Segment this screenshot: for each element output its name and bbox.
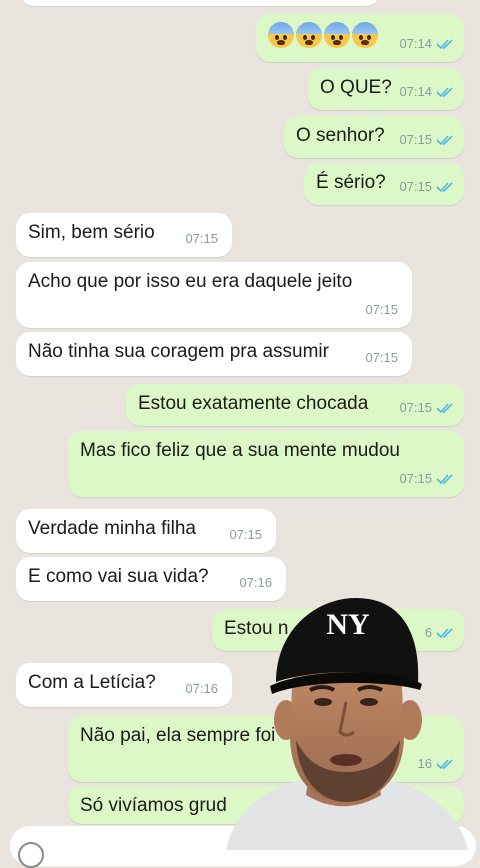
message-meta: 07:15 xyxy=(399,175,454,199)
message-time: 07:15 xyxy=(399,471,432,486)
read-double-check-icon xyxy=(436,38,454,50)
message-text: Mas fico feliz que a sua mente mudou xyxy=(80,440,401,461)
message-text: Sim, bem sério xyxy=(28,222,155,243)
message-text: Não tinha sua coragem pra assumir xyxy=(28,341,329,362)
message-time: 07:15 xyxy=(399,400,432,415)
message-text: Verdade minha filha xyxy=(28,518,196,539)
message-bubble-outgoing[interactable]: O senhor? 07:15 xyxy=(284,116,464,158)
message-time: 07:14 xyxy=(399,36,432,51)
cap-logo: NY xyxy=(326,608,370,641)
message-meta: 07:14 xyxy=(399,80,454,104)
right-eye xyxy=(360,698,378,706)
read-double-check-icon xyxy=(436,402,454,414)
message-bubble-outgoing[interactable]: Mas fico feliz que a sua mente mudou 07:… xyxy=(68,431,464,497)
read-double-check-icon xyxy=(436,473,454,485)
read-double-check-icon xyxy=(436,86,454,98)
message-time: 07:15 xyxy=(365,302,398,317)
message-bubble-incoming[interactable]: Verdade minha filha 07:15 xyxy=(16,509,276,553)
mouth xyxy=(330,754,362,766)
message-meta: 07:15 xyxy=(399,396,454,420)
left-eye xyxy=(314,698,332,706)
previous-message-bubble xyxy=(20,0,380,6)
message-text: Com a Letícia? xyxy=(28,672,156,693)
message-text: Estou exatamente chocada xyxy=(138,393,369,414)
anxious-face-emoji-icon xyxy=(352,22,378,48)
message-text: O senhor? xyxy=(296,125,385,146)
message-time: 07:15 xyxy=(399,132,432,147)
message-bubble-outgoing[interactable]: Estou exatamente chocada 07:15 xyxy=(126,384,464,426)
message-bubble-incoming[interactable]: Sim, bem sério 07:15 xyxy=(16,213,232,257)
anxious-face-emoji-icon xyxy=(268,22,294,48)
message-bubble-incoming[interactable]: Acho que por isso eu era daquele jeito 0… xyxy=(16,262,412,328)
message-meta: 07:15 xyxy=(399,128,454,152)
message-time: 07:15 xyxy=(229,527,262,542)
message-text: O QUE? xyxy=(320,77,392,98)
anxious-face-emoji-icon xyxy=(324,22,350,48)
message-text: Acho que por isso eu era daquele jeito xyxy=(28,271,353,292)
message-bubble-outgoing[interactable]: 07:14 xyxy=(256,14,464,62)
anxious-face-emoji-icon xyxy=(296,22,322,48)
message-time: 07:15 xyxy=(185,231,218,246)
message-text: É sério? xyxy=(316,172,386,193)
message-time: 07:14 xyxy=(399,84,432,99)
emoji-button-icon[interactable] xyxy=(18,842,44,868)
message-text: Só vivíamos grud xyxy=(80,795,227,816)
message-bubble-incoming[interactable]: Não tinha sua coragem pra assumir 07:15 xyxy=(16,332,412,376)
presenter-video-overlay: NY xyxy=(226,598,468,850)
read-double-check-icon xyxy=(436,134,454,146)
read-double-check-icon xyxy=(436,181,454,193)
message-bubble-outgoing[interactable]: É sério? 07:15 xyxy=(304,163,464,205)
message-time: 07:15 xyxy=(399,179,432,194)
message-time: 07:15 xyxy=(365,350,398,365)
message-meta: 07:15 xyxy=(399,467,454,491)
message-meta: 07:14 xyxy=(399,32,454,56)
message-bubble-outgoing[interactable]: O QUE? 07:14 xyxy=(308,68,464,110)
message-text: E como vai sua vida? xyxy=(28,566,209,587)
message-bubble-incoming[interactable]: Com a Letícia? 07:16 xyxy=(16,663,232,707)
